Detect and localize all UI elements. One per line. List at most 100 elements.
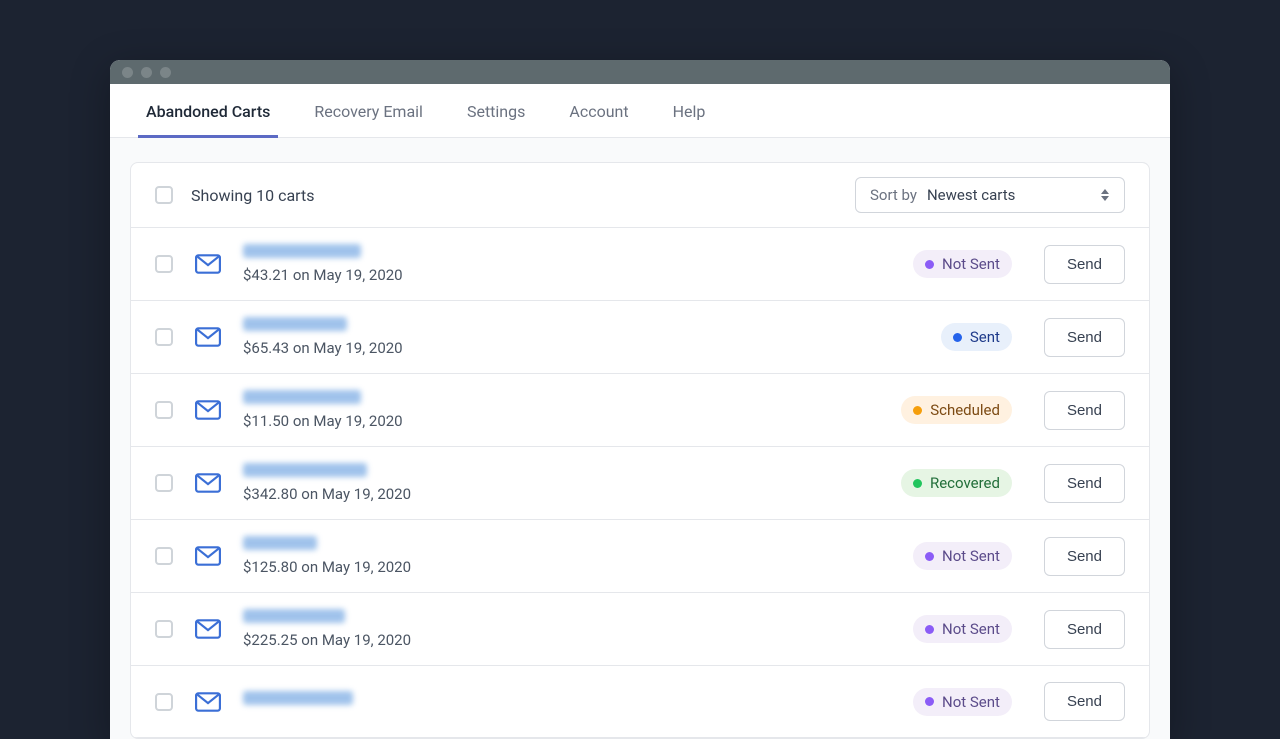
app-window: Abandoned CartsRecovery EmailSettingsAcc…: [110, 60, 1170, 739]
row-checkbox[interactable]: [155, 693, 173, 711]
status-text: Scheduled: [930, 401, 1000, 419]
cart-amount: $342.80: [243, 485, 298, 503]
status-text: Not Sent: [942, 547, 1000, 565]
cart-row: $342.80 on May 19, 2020 Recovered Send: [131, 447, 1149, 520]
send-button[interactable]: Send: [1044, 610, 1125, 649]
cart-date: May 19, 2020: [313, 412, 402, 430]
status-text: Sent: [970, 328, 1000, 346]
status-badge: Sent: [941, 323, 1012, 351]
sort-caret-icon: [1100, 189, 1110, 201]
cart-meta: $11.50 on May 19, 2020: [243, 412, 879, 430]
results-summary: Showing 10 carts: [191, 186, 837, 205]
status-text: Recovered: [930, 474, 1000, 492]
cart-meta: $225.25 on May 19, 2020: [243, 631, 891, 649]
cart-meta: $65.43 on May 19, 2020: [243, 339, 919, 357]
send-button[interactable]: Send: [1044, 391, 1125, 430]
cart-row: $125.80 on May 19, 2020 Not Sent Send: [131, 520, 1149, 593]
envelope-icon[interactable]: [195, 546, 221, 566]
envelope-icon[interactable]: [195, 473, 221, 493]
status-badge: Not Sent: [913, 615, 1012, 643]
status-text: Not Sent: [942, 620, 1000, 638]
send-button[interactable]: Send: [1044, 537, 1125, 576]
customer-name-redacted: [243, 317, 347, 331]
cart-amount: $65.43: [243, 339, 289, 357]
cart-date: May 19, 2020: [322, 485, 411, 503]
sort-dropdown[interactable]: Sort by Newest carts: [855, 177, 1125, 213]
row-checkbox[interactable]: [155, 547, 173, 565]
cart-amount: $225.25: [243, 631, 298, 649]
customer-name-redacted: [243, 244, 361, 258]
customer-info: $43.21 on May 19, 2020: [243, 244, 891, 284]
tab-abandoned-carts[interactable]: Abandoned Carts: [124, 84, 292, 137]
maximize-window-icon[interactable]: [160, 67, 171, 78]
send-button[interactable]: Send: [1044, 464, 1125, 503]
status-dot-icon: [925, 260, 934, 269]
envelope-icon[interactable]: [195, 400, 221, 420]
customer-info: $225.25 on May 19, 2020: [243, 609, 891, 649]
cart-date: May 19, 2020: [322, 558, 411, 576]
customer-name-redacted: [243, 691, 353, 705]
cart-date: May 19, 2020: [313, 339, 402, 357]
sort-value: Newest carts: [927, 186, 1090, 204]
customer-name-redacted: [243, 609, 345, 623]
customer-info: $125.80 on May 19, 2020: [243, 536, 891, 576]
cart-meta: $125.80 on May 19, 2020: [243, 558, 891, 576]
cart-amount: $11.50: [243, 412, 289, 430]
status-dot-icon: [925, 625, 934, 634]
tab-account[interactable]: Account: [547, 84, 650, 137]
envelope-icon[interactable]: [195, 692, 221, 712]
envelope-icon[interactable]: [195, 254, 221, 274]
close-window-icon[interactable]: [122, 67, 133, 78]
select-all-checkbox[interactable]: [155, 186, 173, 204]
tab-help[interactable]: Help: [651, 84, 728, 137]
content-area: Showing 10 carts Sort by Newest carts $4…: [110, 138, 1170, 739]
row-checkbox[interactable]: [155, 255, 173, 273]
cart-row: $225.25 on May 19, 2020 Not Sent Send: [131, 593, 1149, 666]
status-badge: Scheduled: [901, 396, 1012, 424]
row-checkbox[interactable]: [155, 328, 173, 346]
tab-settings[interactable]: Settings: [445, 84, 547, 137]
cart-amount: $125.80: [243, 558, 298, 576]
status-dot-icon: [913, 479, 922, 488]
row-checkbox[interactable]: [155, 474, 173, 492]
status-dot-icon: [925, 552, 934, 561]
customer-name-redacted: [243, 390, 361, 404]
status-badge: Not Sent: [913, 542, 1012, 570]
main-tabs: Abandoned CartsRecovery EmailSettingsAcc…: [110, 84, 1170, 138]
customer-info: $65.43 on May 19, 2020: [243, 317, 919, 357]
cart-row: $11.50 on May 19, 2020 Scheduled Send: [131, 374, 1149, 447]
customer-info: $11.50 on May 19, 2020: [243, 390, 879, 430]
cart-date: May 19, 2020: [322, 631, 411, 649]
status-dot-icon: [913, 406, 922, 415]
envelope-icon[interactable]: [195, 327, 221, 347]
customer-name-redacted: [243, 536, 317, 550]
send-button[interactable]: Send: [1044, 318, 1125, 357]
cart-meta: $43.21 on May 19, 2020: [243, 266, 891, 284]
row-checkbox[interactable]: [155, 620, 173, 638]
cart-list: Showing 10 carts Sort by Newest carts $4…: [130, 162, 1150, 739]
cart-row: Not Sent Send: [131, 666, 1149, 738]
cart-row: $43.21 on May 19, 2020 Not Sent Send: [131, 228, 1149, 301]
list-header: Showing 10 carts Sort by Newest carts: [131, 163, 1149, 228]
customer-name-redacted: [243, 463, 367, 477]
cart-amount: $43.21: [243, 266, 289, 284]
window-titlebar: [110, 60, 1170, 84]
customer-info: $342.80 on May 19, 2020: [243, 463, 879, 503]
cart-meta: $342.80 on May 19, 2020: [243, 485, 879, 503]
envelope-icon[interactable]: [195, 619, 221, 639]
status-text: Not Sent: [942, 693, 1000, 711]
status-badge: Recovered: [901, 469, 1012, 497]
minimize-window-icon[interactable]: [141, 67, 152, 78]
cart-date: May 19, 2020: [313, 266, 402, 284]
status-badge: Not Sent: [913, 250, 1012, 278]
sort-label: Sort by: [870, 186, 917, 204]
send-button[interactable]: Send: [1044, 682, 1125, 721]
send-button[interactable]: Send: [1044, 245, 1125, 284]
status-dot-icon: [925, 697, 934, 706]
status-dot-icon: [953, 333, 962, 342]
row-checkbox[interactable]: [155, 401, 173, 419]
cart-row: $65.43 on May 19, 2020 Sent Send: [131, 301, 1149, 374]
status-text: Not Sent: [942, 255, 1000, 273]
tab-recovery-email[interactable]: Recovery Email: [292, 84, 445, 137]
customer-info: [243, 691, 891, 713]
